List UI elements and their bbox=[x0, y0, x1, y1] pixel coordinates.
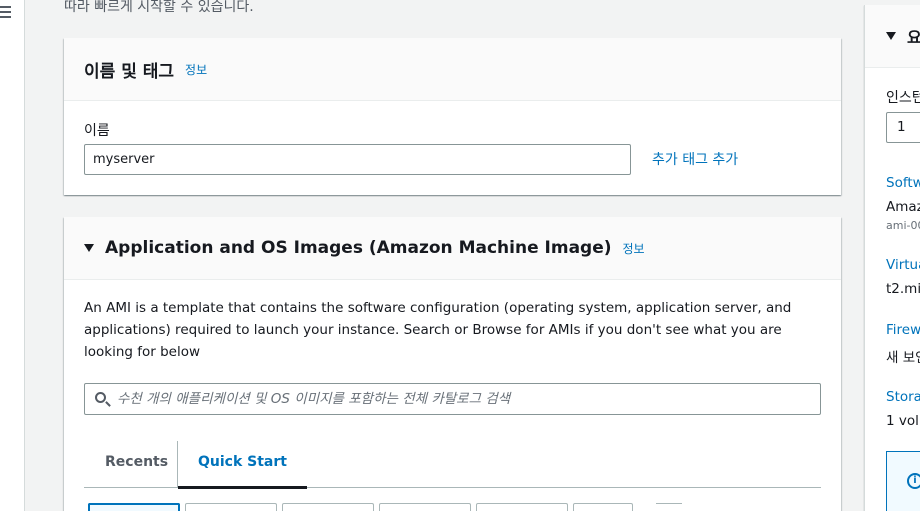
panel-header: Application and OS Images (Amazon Machin… bbox=[64, 217, 841, 280]
info-link[interactable]: 정보 bbox=[185, 61, 207, 78]
summary-panel: 요 인스턴 1 Softw Amaz ami-00 Virtua t2.mic … bbox=[864, 5, 920, 511]
os-tile[interactable] bbox=[573, 503, 633, 511]
caret-down-icon[interactable] bbox=[84, 244, 94, 252]
tab-recents[interactable]: Recents bbox=[84, 441, 189, 488]
os-tile[interactable] bbox=[282, 503, 374, 511]
os-tile[interactable] bbox=[379, 503, 471, 511]
software-image-link[interactable]: Softw bbox=[886, 175, 920, 191]
software-image-id: ami-00 bbox=[886, 219, 920, 232]
name-input[interactable] bbox=[84, 144, 631, 175]
left-navigation-strip bbox=[0, 0, 25, 511]
panel-title: 이름 및 태그 bbox=[84, 61, 175, 82]
virtual-server-link[interactable]: Virtua bbox=[886, 257, 920, 273]
virtual-server-value: t2.mic bbox=[886, 281, 920, 297]
tile-scroll-edge bbox=[656, 503, 682, 511]
summary-header: 요 bbox=[865, 5, 920, 68]
info-link[interactable]: 정보 bbox=[623, 240, 645, 257]
menu-icon[interactable] bbox=[0, 6, 11, 20]
os-tile[interactable] bbox=[476, 503, 568, 511]
ami-search-box[interactable] bbox=[84, 383, 821, 415]
os-tile[interactable] bbox=[88, 503, 180, 511]
name-and-tags-panel: 이름 및 태그 정보 이름 추가 태그 추가 bbox=[64, 38, 841, 195]
software-image-value: Amaz bbox=[886, 199, 920, 215]
storage-value: 1 volu bbox=[886, 413, 920, 429]
intro-text: 따라 빠르게 시작할 수 있습니다. bbox=[64, 0, 254, 15]
name-label: 이름 bbox=[84, 123, 110, 139]
instances-input[interactable]: 1 bbox=[886, 112, 920, 143]
panel-header: 이름 및 태그 정보 bbox=[64, 38, 841, 101]
ami-description: An AMI is a template that contains the s… bbox=[84, 300, 792, 360]
firewall-value: 새 보인 bbox=[886, 350, 920, 366]
firewall-link[interactable]: Firew bbox=[886, 322, 920, 338]
ami-search-input[interactable] bbox=[117, 385, 820, 413]
tab-quick-start[interactable]: Quick Start bbox=[177, 441, 307, 489]
info-icon: i bbox=[907, 473, 920, 489]
storage-link[interactable]: Storac bbox=[886, 389, 920, 405]
ami-panel: Application and OS Images (Amazon Machin… bbox=[64, 217, 841, 511]
info-alert: i bbox=[886, 451, 920, 511]
caret-down-icon[interactable] bbox=[886, 32, 896, 40]
ami-tabs: Recents Quick Start bbox=[84, 441, 821, 489]
add-tags-link[interactable]: 추가 태그 추가 bbox=[652, 149, 738, 169]
search-icon bbox=[91, 384, 117, 414]
panel-title: Application and OS Images (Amazon Machin… bbox=[105, 238, 612, 258]
summary-title: 요 bbox=[907, 24, 920, 48]
instances-label: 인스턴 bbox=[886, 90, 920, 106]
os-tile[interactable] bbox=[185, 503, 277, 511]
